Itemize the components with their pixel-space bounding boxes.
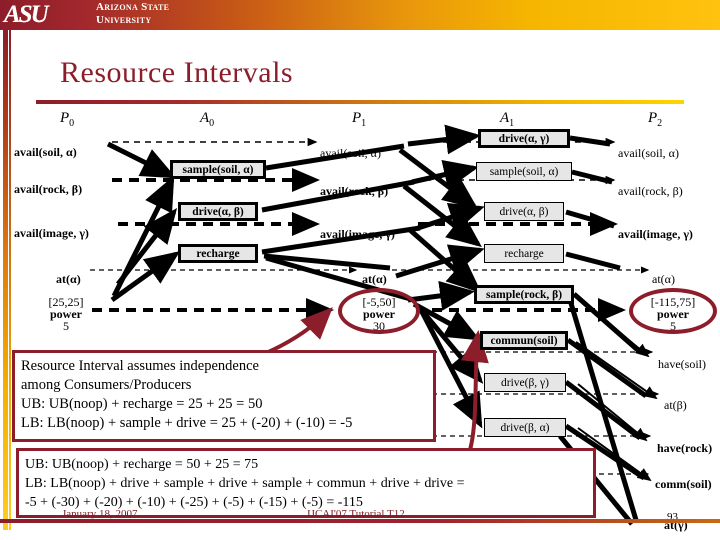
callout-1-line-1: Resource Interval assumes independence — [21, 358, 259, 374]
action-a1-sample-soil[interactable]: sample(soil, α) — [476, 162, 572, 181]
action-a1-commun-soil[interactable]: commun(soil) — [480, 331, 568, 350]
left-accent-bar — [3, 30, 8, 530]
callout-1-line-2: among Consumers/Producers — [21, 377, 192, 393]
column-header-a0: A0 — [200, 110, 215, 129]
prop-p1-at-alpha: at(α) — [362, 272, 387, 286]
interval-p1: [-5,50] power 30 — [341, 296, 417, 332]
column-header-a1: A1 — [500, 110, 515, 129]
title-divider — [36, 100, 684, 104]
prop-p0-avail-soil: avail(soil, α) — [14, 145, 77, 159]
prop-p2-avail-soil: avail(soil, α) — [618, 146, 679, 160]
action-a1-sample-rock[interactable]: sample(rock, β) — [474, 285, 574, 304]
callout-1-line-4: LB: LB(noop) + sample + drive = 25 + (-2… — [21, 415, 353, 431]
action-a0-sample-soil[interactable]: sample(soil, α) — [170, 160, 266, 179]
callout-resource-interval: Resource Interval assumes independence a… — [12, 350, 436, 442]
asu-pitchfork-logo: ASU — [4, 1, 49, 28]
prop-p0-avail-image: avail(image, γ) — [14, 226, 89, 240]
interval-p0: [25,25] power 5 — [30, 296, 102, 332]
asu-header-banner: ASU Arizona State University — [0, 0, 720, 30]
prop-p2-have-soil: have(soil) — [658, 357, 706, 371]
callout-2-line-1: UB: UB(noop) + recharge = 50 + 25 = 75 — [25, 457, 259, 472]
prop-p2-comm-soil: comm(soil) — [655, 477, 712, 491]
page-title: Resource Intervals — [60, 56, 294, 89]
prop-p0-avail-rock: avail(rock, β) — [14, 182, 83, 196]
interval-p1-value: 30 — [373, 319, 385, 333]
left-accent-bar-2 — [9, 30, 11, 530]
asu-university-name: Arizona State University — [96, 1, 316, 29]
prop-p2-have-rock: have(rock) — [657, 441, 713, 455]
action-a1-drive-ba[interactable]: drive(β, α) — [484, 418, 566, 437]
prop-p0-at-alpha: at(α) — [56, 272, 81, 286]
callout-1-line-3: UB: UB(noop) + recharge = 25 + 25 = 50 — [21, 396, 263, 412]
asu-university-line2: University — [96, 14, 152, 26]
action-a1-recharge[interactable]: recharge — [484, 244, 564, 263]
action-a1-drive-bg[interactable]: drive(β, γ) — [484, 373, 566, 392]
interval-p2-value: 5 — [670, 319, 676, 333]
callout-2-line-2: LB: LB(noop) + drive + sample + drive + … — [25, 476, 465, 491]
slide-canvas: ASU Arizona State University Resource In… — [0, 0, 720, 540]
column-header-p1: P1 — [352, 110, 367, 129]
prop-p2-at-alpha: at(α) — [652, 272, 675, 286]
prop-p1-avail-image: avail(image, γ) — [320, 227, 395, 241]
action-a0-recharge[interactable]: recharge — [178, 244, 258, 263]
action-a1-drive-ab[interactable]: drive(α, β) — [484, 202, 564, 221]
prop-p2-avail-rock: avail(rock, β) — [618, 184, 683, 198]
column-header-p2: P2 — [648, 110, 663, 129]
column-header-p0: P0 — [60, 110, 75, 129]
prop-p2-at-beta: at(β) — [664, 398, 687, 412]
prop-p1-avail-soil: avail(soil, α) — [320, 146, 381, 160]
interval-p0-value: 5 — [63, 319, 69, 333]
footer-divider — [0, 519, 720, 523]
asu-university-line1: Arizona State — [96, 1, 170, 13]
action-a0-drive-ab[interactable]: drive(α, β) — [178, 202, 258, 221]
prop-p2-avail-image: avail(image, γ) — [618, 227, 693, 241]
interval-p2: [-115,75] power 5 — [631, 296, 715, 332]
action-a1-drive-ag[interactable]: drive(α, γ) — [478, 129, 570, 148]
prop-p1-avail-rock: avail(rock, β) — [320, 184, 389, 198]
